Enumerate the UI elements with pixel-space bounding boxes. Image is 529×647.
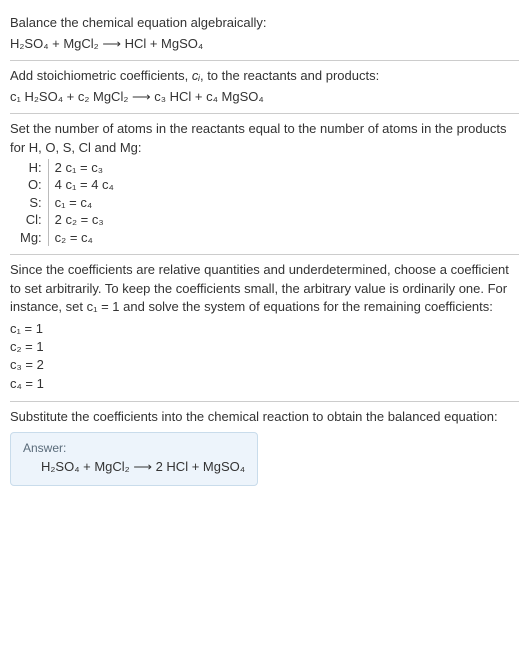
atom-equation: c₁ = c₄ xyxy=(48,194,118,212)
coeff-intro-a: Add stoichiometric coefficients, xyxy=(10,68,192,83)
section-solve: Since the coefficients are relative quan… xyxy=(10,255,519,400)
answer-intro: Substitute the coefficients into the che… xyxy=(10,408,519,426)
atom-equation: 2 c₂ = c₃ xyxy=(48,211,118,229)
solved-line: c₂ = 1 xyxy=(10,338,519,356)
coeff-equation: c₁ H₂SO₄ + c₂ MgCl₂ ⟶ c₃ HCl + c₄ MgSO₄ xyxy=(10,89,519,105)
atom-element: Mg: xyxy=(16,229,48,247)
atom-element: H: xyxy=(16,159,48,177)
atom-element: O: xyxy=(16,176,48,194)
solved-line: c₁ = 1 xyxy=(10,320,519,338)
solved-line: c₄ = 1 xyxy=(10,375,519,393)
atom-row: Mg: c₂ = c₄ xyxy=(16,229,118,247)
solved-line: c₃ = 2 xyxy=(10,356,519,374)
atom-row: Cl: 2 c₂ = c₃ xyxy=(16,211,118,229)
section-add-coefficients: Add stoichiometric coefficients, cᵢ, to … xyxy=(10,61,519,113)
atom-element: S: xyxy=(16,194,48,212)
balanced-equation: H₂SO₄ + MgCl₂ ⟶ 2 HCl + MgSO₄ xyxy=(23,459,245,475)
solve-intro: Since the coefficients are relative quan… xyxy=(10,261,519,316)
atom-row: S: c₁ = c₄ xyxy=(16,194,118,212)
atom-equation: 4 c₁ = 4 c₄ xyxy=(48,176,118,194)
atom-intro: Set the number of atoms in the reactants… xyxy=(10,120,519,156)
coeff-intro: Add stoichiometric coefficients, cᵢ, to … xyxy=(10,67,519,85)
coeff-ci: cᵢ xyxy=(192,68,200,83)
answer-label: Answer: xyxy=(23,441,245,455)
answer-box: Answer: H₂SO₄ + MgCl₂ ⟶ 2 HCl + MgSO₄ xyxy=(10,432,258,486)
atom-equation: 2 c₁ = c₃ xyxy=(48,159,118,177)
section-answer: Substitute the coefficients into the che… xyxy=(10,402,519,494)
atom-element: Cl: xyxy=(16,211,48,229)
section-atom-balance: Set the number of atoms in the reactants… xyxy=(10,114,519,254)
atom-row: H: 2 c₁ = c₃ xyxy=(16,159,118,177)
atom-table: H: 2 c₁ = c₃ O: 4 c₁ = 4 c₄ S: c₁ = c₄ C… xyxy=(16,159,118,247)
prompt-title: Balance the chemical equation algebraica… xyxy=(10,14,519,32)
atom-equation: c₂ = c₄ xyxy=(48,229,118,247)
solved-values: c₁ = 1 c₂ = 1 c₃ = 2 c₄ = 1 xyxy=(10,320,519,393)
section-prompt: Balance the chemical equation algebraica… xyxy=(10,8,519,60)
coeff-intro-b: , to the reactants and products: xyxy=(200,68,379,83)
atom-row: O: 4 c₁ = 4 c₄ xyxy=(16,176,118,194)
unbalanced-equation: H₂SO₄ + MgCl₂ ⟶ HCl + MgSO₄ xyxy=(10,36,519,52)
